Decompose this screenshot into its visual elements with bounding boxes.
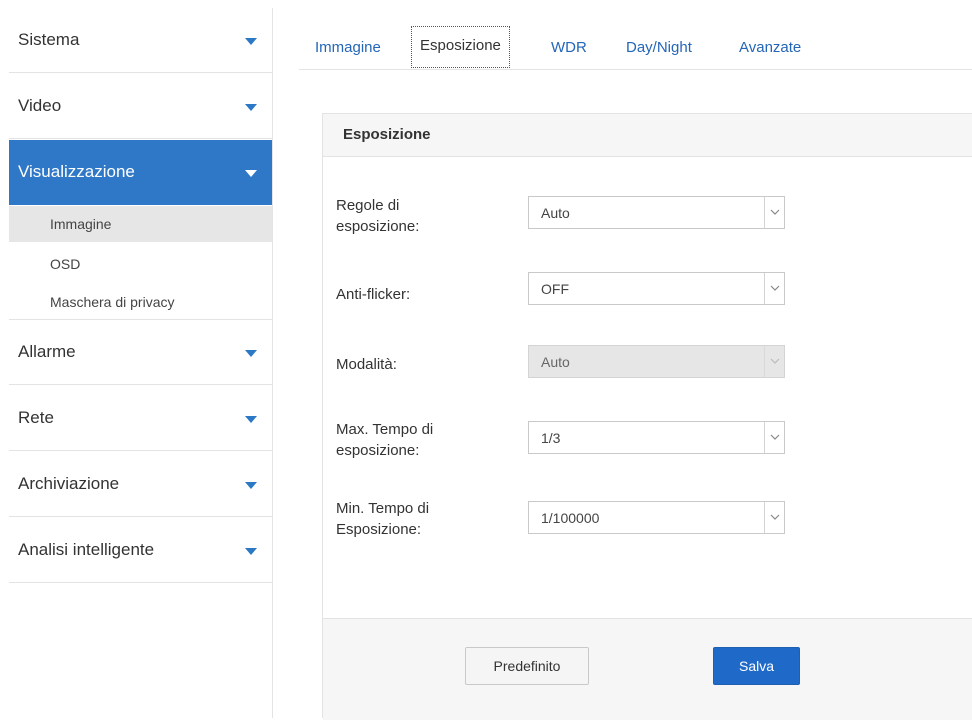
menu-item-archiviazione[interactable]: Archiviazione bbox=[9, 452, 272, 517]
panel-footer: Predefinito Salva bbox=[323, 618, 972, 720]
submenu-item-label: OSD bbox=[50, 256, 81, 272]
select-value: OFF bbox=[541, 281, 569, 297]
exposure-panel: Esposizione Regole di esposizione: Auto … bbox=[322, 113, 972, 720]
menu-item-label: Analisi intelligente bbox=[18, 540, 155, 559]
chevron-down-icon bbox=[764, 273, 784, 304]
chevron-down-icon bbox=[764, 502, 784, 533]
default-button[interactable]: Predefinito bbox=[465, 647, 589, 685]
select-value: Auto bbox=[541, 205, 570, 221]
menu-item-visualizzazione[interactable]: Visualizzazione bbox=[9, 140, 272, 205]
submenu-item-osd[interactable]: OSD bbox=[9, 246, 272, 282]
field-label-max-exposure: Max. Tempo di esposizione: bbox=[336, 421, 434, 459]
select-value: Auto bbox=[541, 354, 570, 370]
field-label-exposure-rules: Regole di esposizione: bbox=[336, 197, 420, 235]
menu-item-label: Sistema bbox=[18, 30, 80, 49]
mode-select: Auto bbox=[528, 345, 785, 378]
panel-header: Esposizione bbox=[323, 114, 972, 157]
caret-down-icon bbox=[245, 482, 257, 489]
caret-down-icon bbox=[245, 38, 257, 45]
select-value: 1/100000 bbox=[541, 510, 600, 526]
tab-immagine[interactable]: Immagine bbox=[315, 28, 381, 68]
menu-item-label: Rete bbox=[18, 408, 54, 427]
menu-item-analisi-intelligente[interactable]: Analisi intelligente bbox=[9, 518, 272, 583]
exposure-rules-select[interactable]: Auto bbox=[528, 196, 785, 229]
caret-down-icon bbox=[245, 170, 257, 177]
field-label-modalita: Modalità: bbox=[336, 356, 397, 373]
menu-item-rete[interactable]: Rete bbox=[9, 386, 272, 451]
menu-item-allarme[interactable]: Allarme bbox=[9, 320, 272, 385]
submenu-item-maschera-privacy[interactable]: Maschera di privacy bbox=[9, 284, 272, 320]
menu-item-label: Allarme bbox=[18, 342, 76, 361]
caret-down-icon bbox=[245, 416, 257, 423]
menu-item-sistema[interactable]: Sistema bbox=[9, 8, 272, 73]
select-value: 1/3 bbox=[541, 430, 561, 446]
panel-title: Esposizione bbox=[343, 126, 431, 143]
menu-item-label: Archiviazione bbox=[18, 474, 120, 493]
chevron-down-icon bbox=[764, 197, 784, 228]
field-label-min-exposure: Min. Tempo di Esposizione: bbox=[336, 500, 430, 538]
sidebar: Sistema Video Visualizzazione Immagine O… bbox=[9, 8, 273, 718]
save-button[interactable]: Salva bbox=[713, 647, 800, 685]
menu-item-label: Visualizzazione bbox=[18, 162, 135, 181]
min-exposure-select[interactable]: 1/100000 bbox=[528, 501, 785, 534]
tab-bar: Immagine Esposizione WDR Day/Night Avanz… bbox=[299, 26, 972, 70]
submenu-item-label: Maschera di privacy bbox=[50, 294, 175, 310]
menu-item-label: Video bbox=[18, 96, 62, 115]
submenu-item-immagine[interactable]: Immagine bbox=[9, 206, 272, 242]
field-label-anti-flicker: Anti-flicker: bbox=[336, 286, 411, 303]
max-exposure-select[interactable]: 1/3 bbox=[528, 421, 785, 454]
menu-item-video[interactable]: Video bbox=[9, 74, 272, 139]
tab-esposizione[interactable]: Esposizione bbox=[411, 26, 510, 68]
chevron-down-icon bbox=[764, 346, 784, 377]
chevron-down-icon bbox=[764, 422, 784, 453]
tab-wdr[interactable]: WDR bbox=[551, 28, 587, 68]
caret-down-icon bbox=[245, 350, 257, 357]
caret-down-icon bbox=[245, 104, 257, 111]
tab-day-night[interactable]: Day/Night bbox=[626, 28, 692, 68]
submenu-item-label: Immagine bbox=[50, 216, 112, 232]
anti-flicker-select[interactable]: OFF bbox=[528, 272, 785, 305]
tab-avanzate[interactable]: Avanzate bbox=[739, 28, 801, 68]
caret-down-icon bbox=[245, 548, 257, 555]
